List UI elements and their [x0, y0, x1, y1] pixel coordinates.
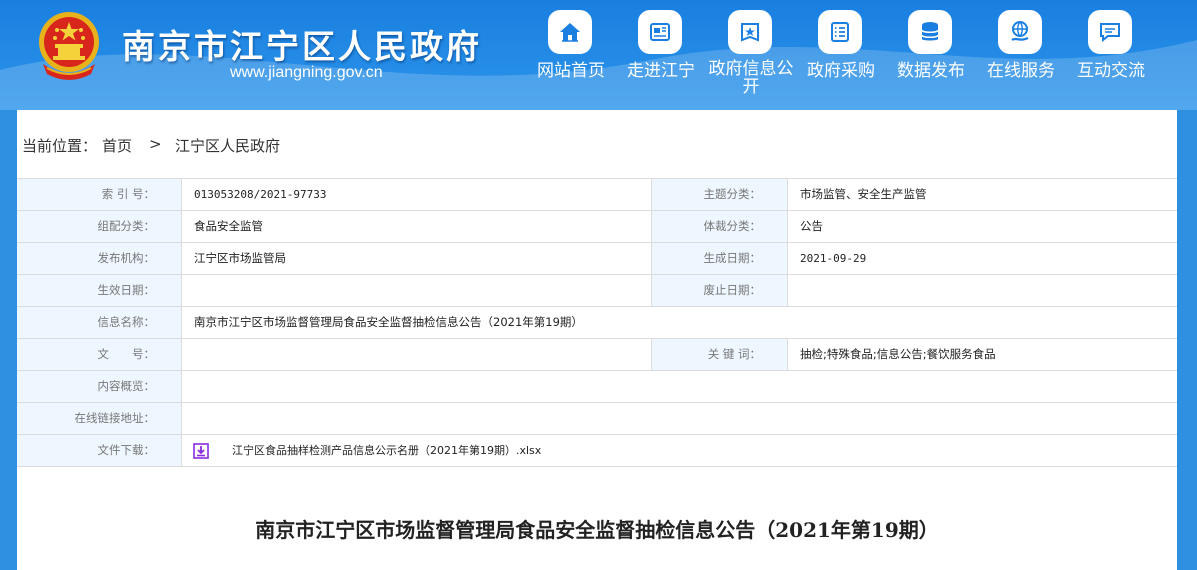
book-star-icon — [728, 10, 772, 54]
topic-label: 主题分类： — [652, 179, 788, 210]
article-title: 南京市江宁区市场监督管理局食品安全监督抽检信息公告（2021年第19期） — [255, 518, 939, 542]
national-emblem-icon — [39, 12, 99, 80]
download-icon[interactable] — [193, 443, 209, 459]
nav-item-interaction[interactable]: 互动交流 — [1066, 8, 1156, 103]
expire-date-value — [788, 275, 1177, 306]
meta-row: 内容概览： — [17, 371, 1177, 403]
created-date-label: 生成日期： — [652, 243, 788, 274]
genre-label: 体裁分类： — [652, 211, 788, 242]
nav-label: 在线服务 — [987, 61, 1055, 81]
nav-label: 政府信息公开 — [708, 59, 794, 97]
group-value: 食品安全监管 — [182, 211, 652, 242]
index-value: 013053208/2021-97733 — [182, 179, 652, 210]
doc-number-value — [182, 339, 652, 370]
summary-value — [182, 371, 1177, 402]
meta-row: 文 号： 关 键 词： 抽检;特殊食品;信息公告;餐饮服务食品 — [17, 339, 1177, 371]
breadcrumb-separator: > — [149, 135, 162, 153]
topic-value: 市场监管、安全生产监管 — [800, 187, 927, 201]
chat-icon — [1088, 10, 1132, 54]
nav-label: 网站首页 — [537, 61, 605, 81]
doc-number-label: 文 号： — [17, 339, 182, 370]
index-label: 索 引 号： — [17, 179, 182, 210]
nav-label: 政府采购 — [807, 61, 875, 81]
meta-row: 文件下载： 江宁区食品抽样检测产品信息公示名册（2021年第19期）.xlsx — [17, 435, 1177, 467]
online-link-label: 在线链接地址： — [17, 403, 182, 434]
nav-item-about[interactable]: 走进江宁 — [616, 8, 706, 103]
keywords-label: 关 键 词： — [652, 339, 788, 370]
nav-item-home[interactable]: 网站首页 — [526, 8, 616, 103]
genre-value: 公告 — [800, 219, 823, 233]
group-label: 组配分类： — [17, 211, 182, 242]
file-download-label: 文件下载： — [17, 435, 182, 466]
breadcrumb: 当前位置： 首页 > 江宁区人民政府 — [17, 110, 1177, 179]
file-download-link[interactable]: 江宁区食品抽样检测产品信息公示名册（2021年第19期）.xlsx — [232, 435, 541, 466]
nav-item-online-service[interactable]: 在线服务 — [976, 8, 1066, 103]
meta-row: 组配分类： 食品安全监管 体裁分类： 公告 — [17, 211, 1177, 243]
breadcrumb-home-link[interactable]: 首页 — [102, 135, 132, 156]
home-icon — [548, 10, 592, 54]
content-panel: 当前位置： 首页 > 江宁区人民政府 索 引 号： 013053208/2021… — [17, 110, 1177, 570]
created-date-value: 2021-09-29 — [800, 252, 867, 265]
meta-row: 索 引 号： 013053208/2021-97733 主题分类： 市场监管、安… — [17, 179, 1177, 211]
info-name-value: 南京市江宁区市场监督管理局食品安全监督抽检信息公告（2021年第19期） — [194, 315, 583, 329]
publisher-value: 江宁区市场监管局 — [182, 243, 652, 274]
nav-item-gov-info[interactable]: 政府信息公开 — [706, 8, 796, 103]
site-title[interactable]: 南京市江宁区人民政府 — [122, 20, 482, 68]
site-header: 南京市江宁区人民政府 www.jiangning.gov.cn 网站首页 走进江… — [0, 0, 1197, 110]
nav-item-data[interactable]: 数据发布 — [886, 8, 976, 103]
nav-label: 数据发布 — [897, 61, 965, 81]
globe-hand-icon — [998, 10, 1042, 54]
newspaper-icon — [638, 10, 682, 54]
breadcrumb-current-link[interactable]: 江宁区人民政府 — [175, 135, 280, 156]
meta-row: 信息名称： 南京市江宁区市场监督管理局食品安全监督抽检信息公告（2021年第19… — [17, 307, 1177, 339]
keywords-value: 抽检;特殊食品;信息公告;餐饮服务食品 — [800, 347, 996, 361]
online-link-value[interactable] — [182, 403, 1177, 434]
publisher-label: 发布机构： — [17, 243, 182, 274]
breadcrumb-label: 当前位置： — [22, 137, 98, 155]
list-icon — [818, 10, 862, 54]
site-url[interactable]: www.jiangning.gov.cn — [230, 64, 383, 82]
effective-date-value — [182, 275, 652, 306]
effective-date-label: 生效日期： — [17, 275, 182, 306]
meta-row: 发布机构： 江宁区市场监管局 生成日期： 2021-09-29 — [17, 243, 1177, 275]
nav-label: 走进江宁 — [627, 61, 695, 81]
database-icon — [908, 10, 952, 54]
nav-label: 互动交流 — [1077, 61, 1145, 81]
meta-row: 生效日期： 废止日期： — [17, 275, 1177, 307]
meta-row: 在线链接地址： — [17, 403, 1177, 435]
info-name-label: 信息名称： — [17, 307, 182, 338]
summary-label: 内容概览： — [17, 371, 182, 402]
nav-item-procurement[interactable]: 政府采购 — [796, 8, 886, 103]
expire-date-label: 废止日期： — [652, 275, 788, 306]
